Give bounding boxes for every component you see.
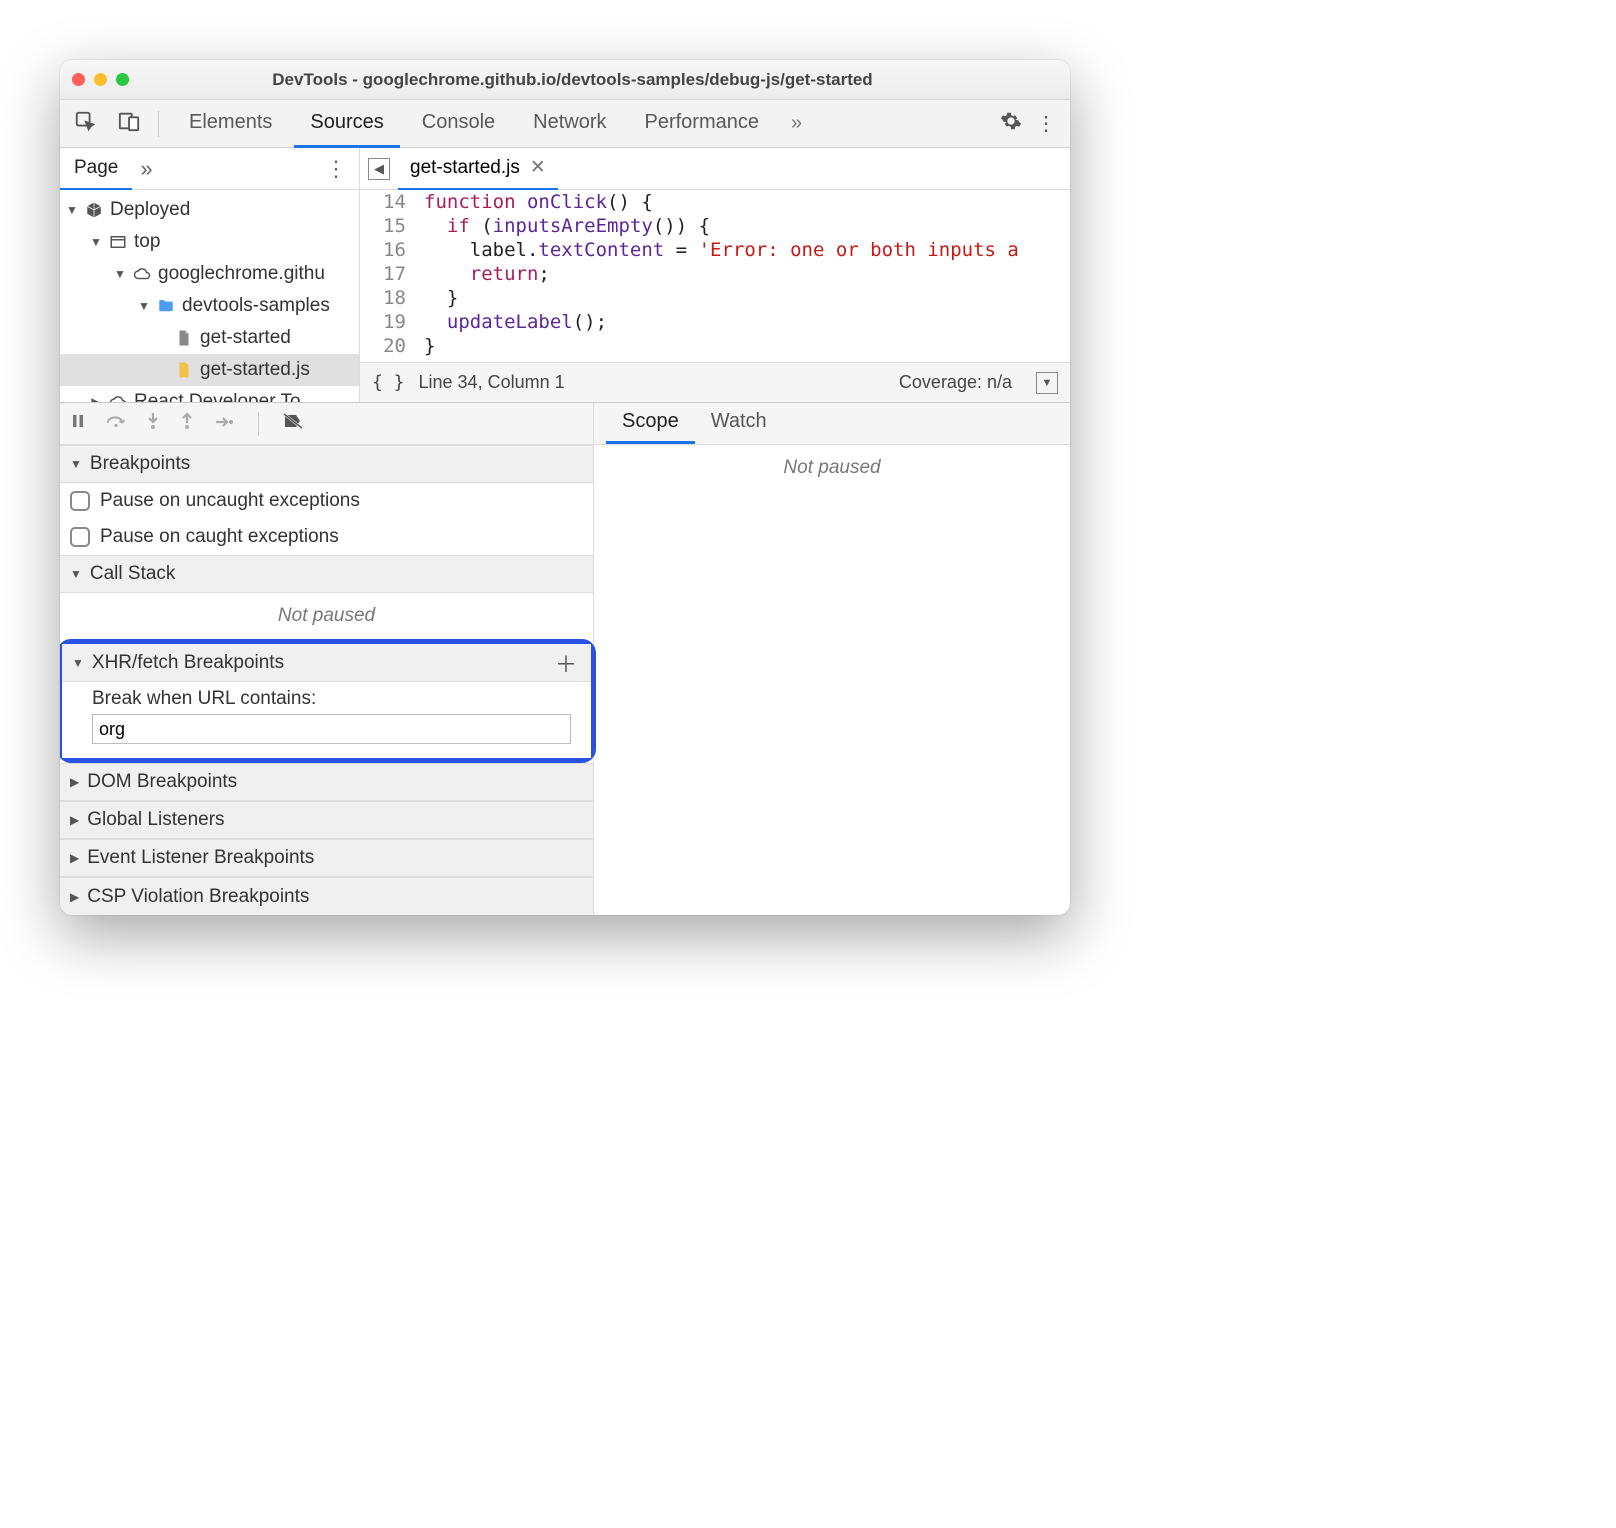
step-over-icon[interactable] <box>106 413 126 434</box>
checkbox-label: Pause on uncaught exceptions <box>100 490 360 512</box>
checkbox-label: Pause on caught exceptions <box>100 526 339 548</box>
editor-status-bar: { } Line 34, Column 1 Coverage: n/a ▼ <box>360 362 1070 402</box>
more-tabs-icon[interactable]: » <box>781 112 812 135</box>
global-listeners-head[interactable]: ▶Global Listeners <box>60 801 593 839</box>
inspect-element-icon[interactable] <box>70 110 100 138</box>
deactivate-breakpoints-icon[interactable] <box>283 412 303 435</box>
cursor-position: Line 34, Column 1 <box>419 372 565 393</box>
dom-breakpoints-head[interactable]: ▶DOM Breakpoints <box>60 763 593 801</box>
editor-tab[interactable]: get-started.js ✕ <box>398 148 558 190</box>
tree-label: googlechrome.githu <box>158 263 325 285</box>
main-tab-strip: Elements Sources Console Network Perform… <box>60 100 1070 148</box>
scope-tab[interactable]: Scope <box>606 402 695 444</box>
pause-uncaught-row[interactable]: Pause on uncaught exceptions <box>60 483 593 519</box>
watch-tab[interactable]: Watch <box>695 402 783 444</box>
settings-gear-icon[interactable] <box>996 110 1026 138</box>
close-tab-icon[interactable]: ✕ <box>530 156 546 179</box>
frame-icon <box>108 233 128 251</box>
section-title: Breakpoints <box>90 453 190 475</box>
checkbox-icon[interactable] <box>70 527 90 547</box>
pretty-print-icon[interactable]: { } <box>372 372 405 393</box>
tree-file-html[interactable]: get-started <box>60 322 359 354</box>
debugger-left-column: ▼Breakpoints Pause on uncaught exception… <box>60 403 594 915</box>
step-out-icon[interactable] <box>180 412 194 435</box>
section-title: CSP Violation Breakpoints <box>87 886 309 908</box>
callstack-section-head[interactable]: ▼Call Stack <box>60 555 593 593</box>
event-listener-bp-head[interactable]: ▶Event Listener Breakpoints <box>60 839 593 877</box>
debugger-right-column: Scope Watch Not paused <box>594 403 1070 915</box>
toggle-navigator-icon[interactable]: ◀ <box>368 158 390 180</box>
xhr-breakpoints-highlight: ▼XHR/fetch Breakpoints ＋ Break when URL … <box>60 639 596 763</box>
device-toolbar-icon[interactable] <box>114 110 144 138</box>
tree-folder[interactable]: devtools-samples <box>60 290 359 322</box>
xhr-section-head[interactable]: ▼XHR/fetch Breakpoints ＋ <box>62 644 591 682</box>
folder-icon <box>156 297 176 315</box>
debugger-toolbar <box>60 403 593 445</box>
tree-label: devtools-samples <box>182 295 330 317</box>
tree-label: top <box>134 231 160 253</box>
coverage-label: Coverage: n/a <box>899 372 1012 393</box>
navigator-tab-page[interactable]: Page <box>60 148 132 190</box>
tree-label: React Developer To <box>134 391 301 402</box>
editor-pane: ◀ get-started.js ✕ 141516171819202122 fu… <box>360 148 1070 402</box>
tab-performance[interactable]: Performance <box>629 100 776 148</box>
traffic-lights <box>72 73 129 86</box>
navigator-more-icon[interactable]: » <box>132 156 160 182</box>
tree-domain[interactable]: googlechrome.githu <box>60 258 359 290</box>
step-icon[interactable] <box>214 413 234 434</box>
code-editor[interactable]: 141516171819202122 function onClick() { … <box>360 190 1070 362</box>
tree-top[interactable]: top <box>60 226 359 258</box>
tab-console[interactable]: Console <box>406 100 511 148</box>
window-title: DevTools - googlechrome.github.io/devtoo… <box>137 70 1058 90</box>
navigator-pane: Page » ⋮ Deployed top <box>60 148 360 402</box>
tab-sources[interactable]: Sources <box>294 100 399 148</box>
xhr-url-input[interactable] <box>92 714 571 744</box>
code-content: function onClick() { if (inputsAreEmpty(… <box>416 190 1070 362</box>
tab-network[interactable]: Network <box>517 100 622 148</box>
titlebar: DevTools - googlechrome.github.io/devtoo… <box>60 60 1070 100</box>
step-into-icon[interactable] <box>146 412 160 435</box>
tab-elements[interactable]: Elements <box>173 100 288 148</box>
kebab-menu-icon[interactable]: ⋮ <box>1032 111 1060 136</box>
csp-violation-bp-head[interactable]: ▶CSP Violation Breakpoints <box>60 877 593 915</box>
cloud-icon <box>132 265 152 283</box>
section-title: Call Stack <box>90 563 176 585</box>
section-title: Event Listener Breakpoints <box>87 847 314 869</box>
debugger-pane: ▼Breakpoints Pause on uncaught exception… <box>60 402 1070 915</box>
tree-label: Deployed <box>110 199 190 221</box>
document-icon <box>174 329 194 347</box>
devtools-window: DevTools - googlechrome.github.io/devtoo… <box>60 60 1070 915</box>
editor-tab-label: get-started.js <box>410 157 520 179</box>
tree-deployed[interactable]: Deployed <box>60 194 359 226</box>
minimize-window-icon[interactable] <box>94 73 107 86</box>
scope-not-paused: Not paused <box>594 445 1070 491</box>
tree-label: get-started <box>200 327 291 349</box>
coverage-toggle-icon[interactable]: ▼ <box>1036 372 1058 394</box>
cube-icon <box>84 201 104 219</box>
pause-icon[interactable] <box>70 413 86 434</box>
section-title: DOM Breakpoints <box>87 771 237 793</box>
navigator-menu-icon[interactable]: ⋮ <box>313 156 359 182</box>
xhr-input-label: Break when URL contains: <box>92 688 571 710</box>
callstack-not-paused: Not paused <box>60 593 593 639</box>
js-file-icon <box>174 361 194 379</box>
line-gutter: 141516171819202122 <box>360 190 416 362</box>
cloud-icon <box>108 393 128 402</box>
maximize-window-icon[interactable] <box>116 73 129 86</box>
tree-label: get-started.js <box>200 359 310 381</box>
add-xhr-breakpoint-icon[interactable]: ＋ <box>551 647 581 679</box>
checkbox-icon[interactable] <box>70 491 90 511</box>
file-tree: Deployed top googlechrome.githu <box>60 190 359 402</box>
section-title: XHR/fetch Breakpoints <box>92 652 284 674</box>
breakpoints-section-head[interactable]: ▼Breakpoints <box>60 445 593 483</box>
tree-react-ext[interactable]: React Developer To <box>60 386 359 402</box>
close-window-icon[interactable] <box>72 73 85 86</box>
scope-watch-tabs: Scope Watch <box>594 403 1070 445</box>
tree-file-js[interactable]: get-started.js <box>60 354 359 386</box>
section-title: Global Listeners <box>87 809 224 831</box>
pause-caught-row[interactable]: Pause on caught exceptions <box>60 519 593 555</box>
